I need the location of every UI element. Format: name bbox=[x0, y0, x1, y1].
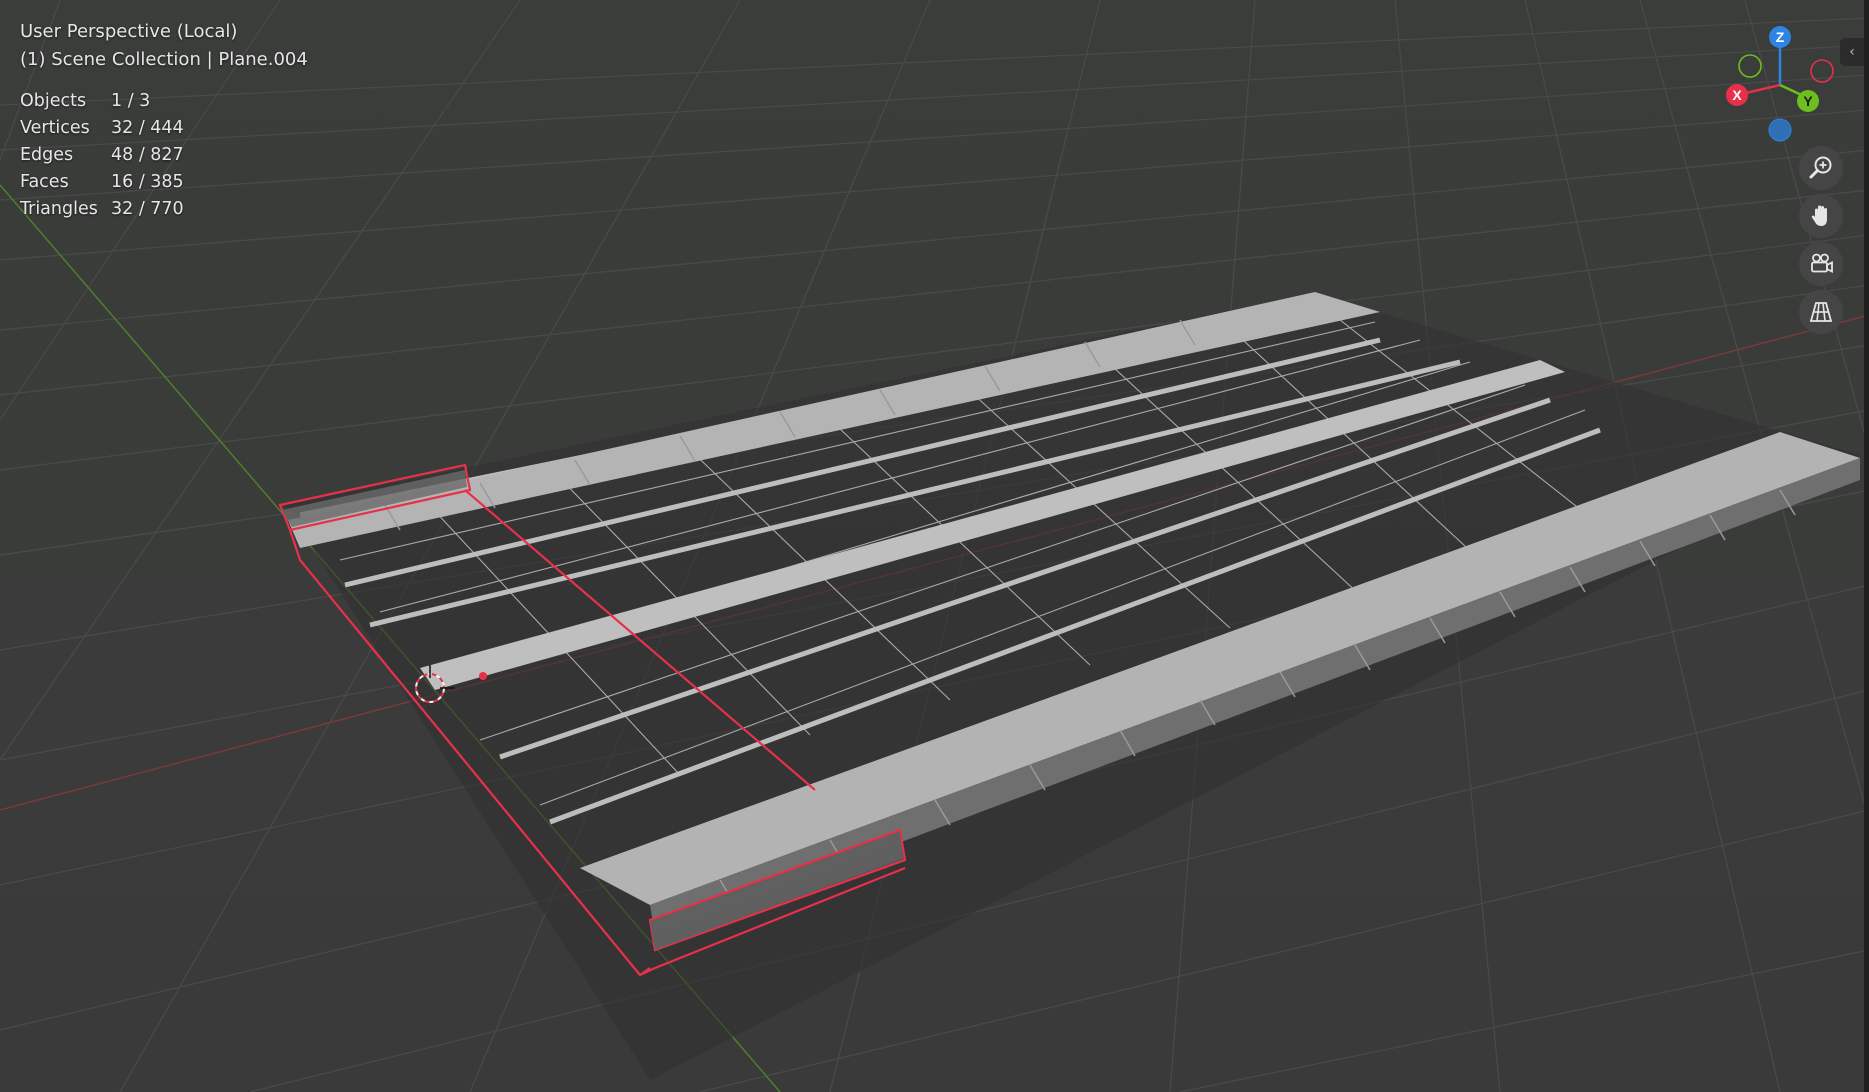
sidebar-toggle-button[interactable]: ‹ bbox=[1840, 38, 1864, 66]
view-name: User Perspective (Local) bbox=[20, 21, 238, 42]
stat-label: Triangles bbox=[20, 199, 98, 219]
stat-value: 48 / 827 bbox=[111, 145, 184, 165]
camera-view-icon bbox=[1811, 253, 1833, 273]
orthographic-toggle-icon bbox=[1809, 302, 1833, 322]
region-divider[interactable] bbox=[1864, 0, 1869, 1092]
pan-hand-icon bbox=[1811, 205, 1827, 226]
stat-row-edges: Edges 48 / 827 bbox=[20, 142, 184, 169]
stat-value: 16 / 385 bbox=[111, 172, 184, 192]
zoom-icon bbox=[1809, 156, 1832, 179]
stat-label: Vertices bbox=[20, 118, 90, 138]
stat-value: 32 / 770 bbox=[111, 199, 184, 219]
stat-label: Objects bbox=[20, 91, 87, 111]
camera-view-button[interactable] bbox=[1799, 242, 1843, 286]
object-origin-dot bbox=[479, 672, 487, 680]
zoom-button[interactable] bbox=[1799, 146, 1843, 190]
stat-label: Edges bbox=[20, 145, 74, 165]
pan-button[interactable] bbox=[1799, 194, 1843, 238]
svg-text:Z: Z bbox=[1776, 29, 1785, 45]
statistics-overlay: Objects 1 / 3 Vertices 32 / 444 Edges 48… bbox=[20, 88, 184, 223]
svg-text:X: X bbox=[1732, 87, 1742, 103]
chevron-left-icon: ‹ bbox=[1849, 44, 1855, 60]
svg-text:Y: Y bbox=[1803, 93, 1813, 109]
orthographic-toggle-button[interactable] bbox=[1799, 290, 1843, 334]
stat-row-triangles: Triangles 32 / 770 bbox=[20, 196, 184, 223]
stat-row-objects: Objects 1 / 3 bbox=[20, 88, 184, 115]
stat-label: Faces bbox=[20, 172, 69, 192]
stat-row-faces: Faces 16 / 385 bbox=[20, 169, 184, 196]
stat-value: 1 / 3 bbox=[111, 91, 151, 111]
3d-viewport[interactable]: Z X Y bbox=[0, 0, 1869, 1092]
collection-line: (1) Scene Collection | Plane.004 bbox=[20, 49, 308, 70]
stat-row-vertices: Vertices 32 / 444 bbox=[20, 115, 184, 142]
viewport-nav-tools bbox=[1799, 146, 1845, 338]
stat-value: 32 / 444 bbox=[111, 118, 184, 138]
viewport-info: User Perspective (Local) (1) Scene Colle… bbox=[20, 18, 308, 74]
